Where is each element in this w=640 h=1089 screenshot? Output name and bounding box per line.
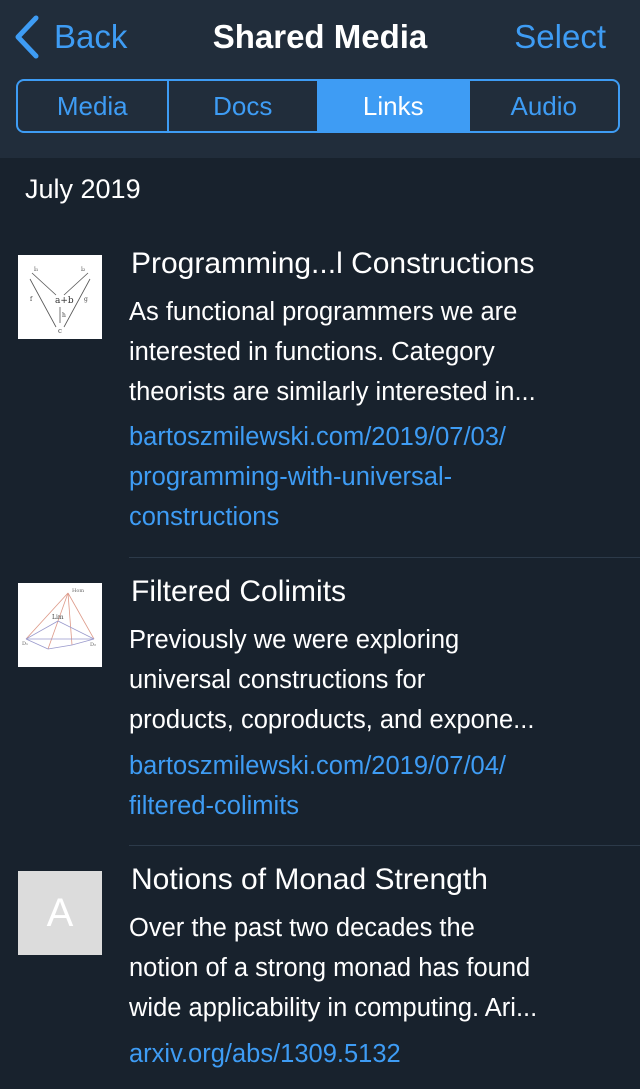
description-line: wide applicability in computing. Ari... bbox=[129, 994, 538, 1022]
tab-links[interactable]: Links bbox=[317, 81, 468, 131]
svg-text:c: c bbox=[58, 327, 62, 335]
description-line: As functional programmers we are bbox=[129, 298, 518, 326]
link-description: Over the past two decades the notion of … bbox=[129, 908, 609, 1028]
link-thumbnail: Lim Hom D₁ D₂ bbox=[18, 583, 102, 667]
link-thumbnail: a+b i₁ i₂ f g h c bbox=[18, 255, 102, 339]
description-line: Over the past two decades the bbox=[129, 914, 475, 942]
description-line: Previously we were exploring bbox=[129, 626, 460, 654]
tab-media[interactable]: Media bbox=[18, 81, 167, 131]
link-description: Previously we were exploring universal c… bbox=[129, 620, 609, 740]
diagram-thumbnail-icon: Lim Hom D₁ D₂ bbox=[22, 588, 96, 650]
tab-docs[interactable]: Docs bbox=[166, 81, 318, 131]
svg-text:Hom: Hom bbox=[72, 588, 84, 594]
svg-text:f: f bbox=[30, 296, 33, 303]
svg-text:i₁: i₁ bbox=[34, 266, 38, 273]
description-line: interested in functions. Category bbox=[129, 338, 495, 366]
description-line: universal constructions for bbox=[129, 666, 426, 694]
description-line: theorists are similarly interested in... bbox=[129, 378, 536, 406]
segmented-control: Media Docs Links Audio bbox=[16, 79, 620, 133]
url-line[interactable]: programming-with-universal- bbox=[129, 457, 609, 497]
svg-text:h: h bbox=[62, 312, 66, 319]
svg-text:a+b: a+b bbox=[55, 296, 74, 306]
link-thumbnail-letter: A bbox=[18, 871, 102, 955]
svg-text:D₂: D₂ bbox=[90, 642, 96, 648]
link-url[interactable]: bartoszmilewski.com/2019/07/03/ programm… bbox=[129, 417, 609, 537]
select-button[interactable]: Select bbox=[514, 14, 606, 60]
svg-text:Lim: Lim bbox=[52, 614, 64, 621]
diagram-thumbnail-icon: a+b i₁ i₂ f g h c bbox=[29, 266, 91, 335]
link-title: Filtered Colimits bbox=[131, 575, 347, 608]
separator bbox=[129, 557, 640, 558]
section-header: July 2019 bbox=[25, 174, 141, 204]
description-line: products, coproducts, and expone... bbox=[129, 706, 535, 734]
link-description: As functional programmers we are interes… bbox=[129, 292, 609, 412]
link-title: Notions of Monad Strength bbox=[131, 863, 488, 896]
link-title: Programming...l Constructions bbox=[131, 247, 535, 280]
tab-audio[interactable]: Audio bbox=[467, 81, 619, 131]
description-line: notion of a strong monad has found bbox=[129, 954, 531, 982]
svg-text:g: g bbox=[84, 296, 88, 303]
url-line[interactable]: bartoszmilewski.com/2019/07/04/ bbox=[129, 746, 609, 786]
url-line[interactable]: bartoszmilewski.com/2019/07/03/ bbox=[129, 417, 609, 457]
separator bbox=[129, 845, 640, 846]
url-line[interactable]: arxiv.org/abs/1309.5132 bbox=[129, 1034, 609, 1074]
svg-text:i₂: i₂ bbox=[81, 266, 86, 273]
link-url[interactable]: bartoszmilewski.com/2019/07/04/ filtered… bbox=[129, 746, 609, 826]
svg-text:D₁: D₁ bbox=[22, 641, 28, 647]
url-line[interactable]: constructions bbox=[129, 497, 609, 537]
link-url[interactable]: arxiv.org/abs/1309.5132 bbox=[129, 1034, 609, 1074]
navigation-bar: Back Shared Media Select Media Docs Link… bbox=[0, 0, 640, 158]
url-line[interactable]: filtered-colimits bbox=[129, 786, 609, 826]
